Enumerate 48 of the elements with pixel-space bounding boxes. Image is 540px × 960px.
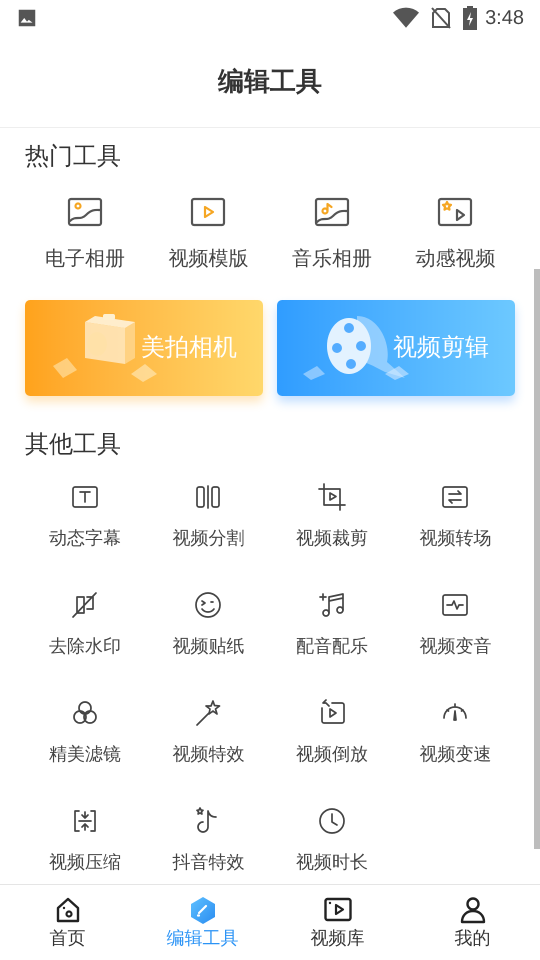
hexagon-icon xyxy=(188,896,216,924)
section-title: 其他工具 xyxy=(25,430,122,460)
tool-button[interactable]: 视频特效 xyxy=(146,677,270,785)
tool-button[interactable]: 视频压缩 xyxy=(23,785,146,884)
tool-button[interactable]: 电子相册 xyxy=(23,195,146,273)
picture-frame-icon xyxy=(66,195,103,229)
tool-button[interactable]: 去除水印 xyxy=(23,569,146,677)
no-sim-icon xyxy=(431,7,452,29)
page-title: 编辑工具 xyxy=(218,65,322,98)
magic-wand-icon xyxy=(194,699,222,727)
split-icon xyxy=(194,483,222,511)
section-title: 热门工具 xyxy=(25,142,122,172)
tool-button[interactable]: 视频变音 xyxy=(394,569,517,677)
tool-button[interactable]: 动态字幕 xyxy=(23,461,146,569)
tool-button[interactable]: 视频倒放 xyxy=(270,677,394,785)
tool-button[interactable]: 视频贴纸 xyxy=(146,569,270,677)
swap-arrows-icon xyxy=(441,483,470,511)
tool-button[interactable]: 视频转场 xyxy=(394,461,517,569)
tool-button[interactable]: 动感视频 xyxy=(394,195,517,273)
wifi-icon xyxy=(393,7,420,29)
tool-button[interactable]: 音乐相册 xyxy=(270,195,394,273)
wink-face-icon xyxy=(194,591,222,619)
tool-button[interactable]: 配音配乐 xyxy=(270,569,394,677)
clock-time: 3:48 xyxy=(485,6,524,31)
music-note-plus-icon xyxy=(318,591,346,619)
tool-button[interactable]: 视频时长 xyxy=(270,785,394,884)
image-icon xyxy=(16,7,38,29)
battery-icon xyxy=(463,6,478,30)
tool-button[interactable]: 抖音特效 xyxy=(146,785,270,884)
star-play-frame-icon xyxy=(437,195,474,229)
crossed-out-icon xyxy=(70,591,99,619)
tool-button[interactable]: 精美滤镜 xyxy=(23,677,146,785)
three-circles-icon xyxy=(70,699,99,727)
video-box-icon xyxy=(324,896,352,924)
nav-tab[interactable]: 视频库 xyxy=(270,885,405,960)
nav-tab[interactable]: 我的 xyxy=(405,885,540,960)
text-box-icon xyxy=(70,483,99,511)
crop-icon xyxy=(318,483,346,511)
nav-tab[interactable]: 首页 xyxy=(0,885,135,960)
tool-button[interactable]: 视频裁剪 xyxy=(270,461,394,569)
tool-button[interactable]: 视频分割 xyxy=(146,461,270,569)
music-frame-icon xyxy=(314,195,350,229)
tool-button[interactable]: 视频模版 xyxy=(146,195,270,273)
clock-icon xyxy=(318,807,346,835)
person-icon xyxy=(458,896,486,924)
tool-button[interactable]: 视频变速 xyxy=(394,677,517,785)
play-frame-icon xyxy=(190,195,226,229)
waveform-box-icon xyxy=(441,591,470,619)
